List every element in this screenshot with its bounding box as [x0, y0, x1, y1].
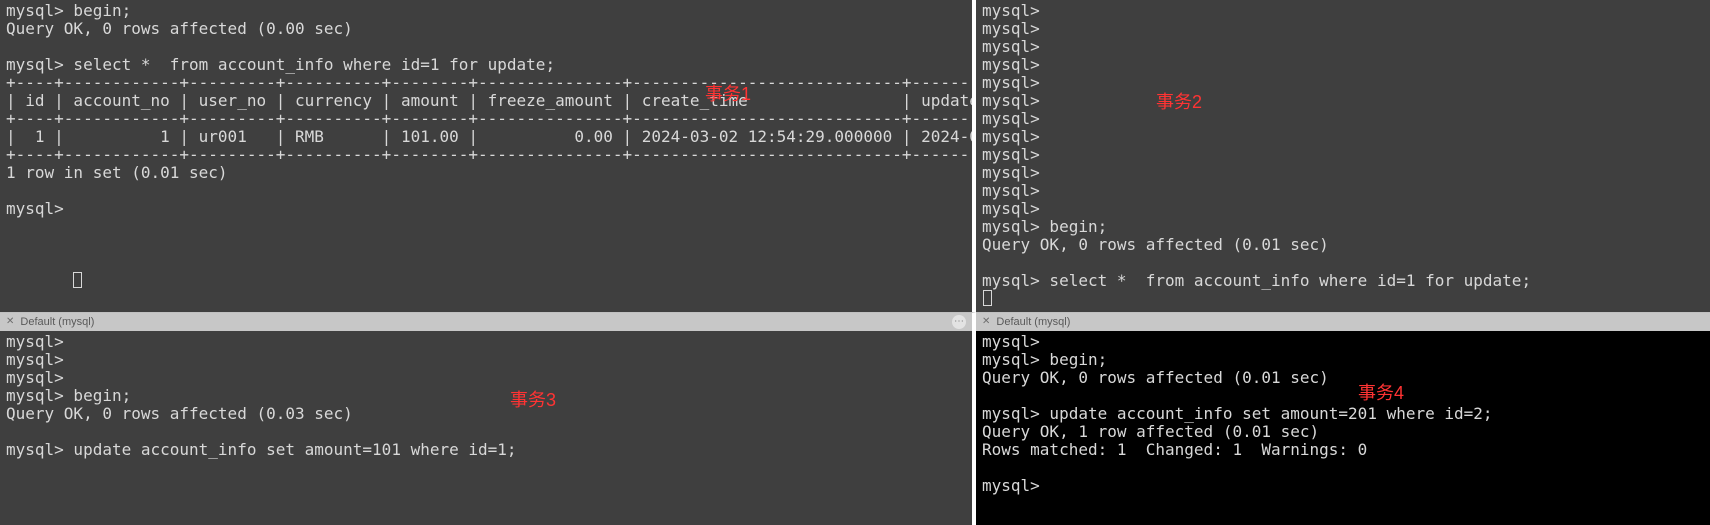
terminal-output-4[interactable]: mysql> mysql> begin; Query OK, 0 rows af… [976, 331, 1710, 525]
terminal-output-3[interactable]: mysql> mysql> mysql> mysql> begin; Query… [0, 331, 972, 525]
terminal-output-1[interactable]: mysql> begin; Query OK, 0 rows affected … [0, 0, 972, 312]
cursor-1 [73, 272, 82, 288]
tab-bar-3: ✕ Default (mysql) ⋯ [0, 313, 972, 331]
tab-label-3[interactable]: Default (mysql) [20, 313, 94, 331]
terminal-text-3: mysql> mysql> mysql> mysql> begin; Query… [6, 333, 966, 459]
terminal-text-2: mysql> mysql> mysql> mysql> mysql> mysql… [982, 2, 1704, 290]
pane-transaction-3: ✕ Default (mysql) ⋯ mysql> mysql> mysql>… [0, 313, 976, 525]
pane-transaction-2: mysql> mysql> mysql> mysql> mysql> mysql… [976, 0, 1710, 313]
tab-close-icon[interactable]: ✕ [6, 317, 14, 327]
terminal-text-4: mysql> mysql> begin; Query OK, 0 rows af… [982, 333, 1704, 495]
cursor-2 [983, 290, 992, 306]
pane-transaction-4: ✕ Default (mysql) mysql> mysql> begin; Q… [976, 313, 1710, 525]
tab-close-icon[interactable]: ✕ [982, 317, 990, 327]
terminal-output-2[interactable]: mysql> mysql> mysql> mysql> mysql> mysql… [976, 0, 1710, 312]
tab-bar-4: ✕ Default (mysql) [976, 313, 1710, 331]
tab-expand-icon[interactable]: ⋯ [952, 315, 966, 329]
tab-label-4[interactable]: Default (mysql) [996, 313, 1070, 331]
terminal-text-1: mysql> begin; Query OK, 0 rows affected … [6, 2, 966, 218]
terminal-grid: mysql> begin; Query OK, 0 rows affected … [0, 0, 1710, 525]
pane-transaction-1: mysql> begin; Query OK, 0 rows affected … [0, 0, 976, 313]
